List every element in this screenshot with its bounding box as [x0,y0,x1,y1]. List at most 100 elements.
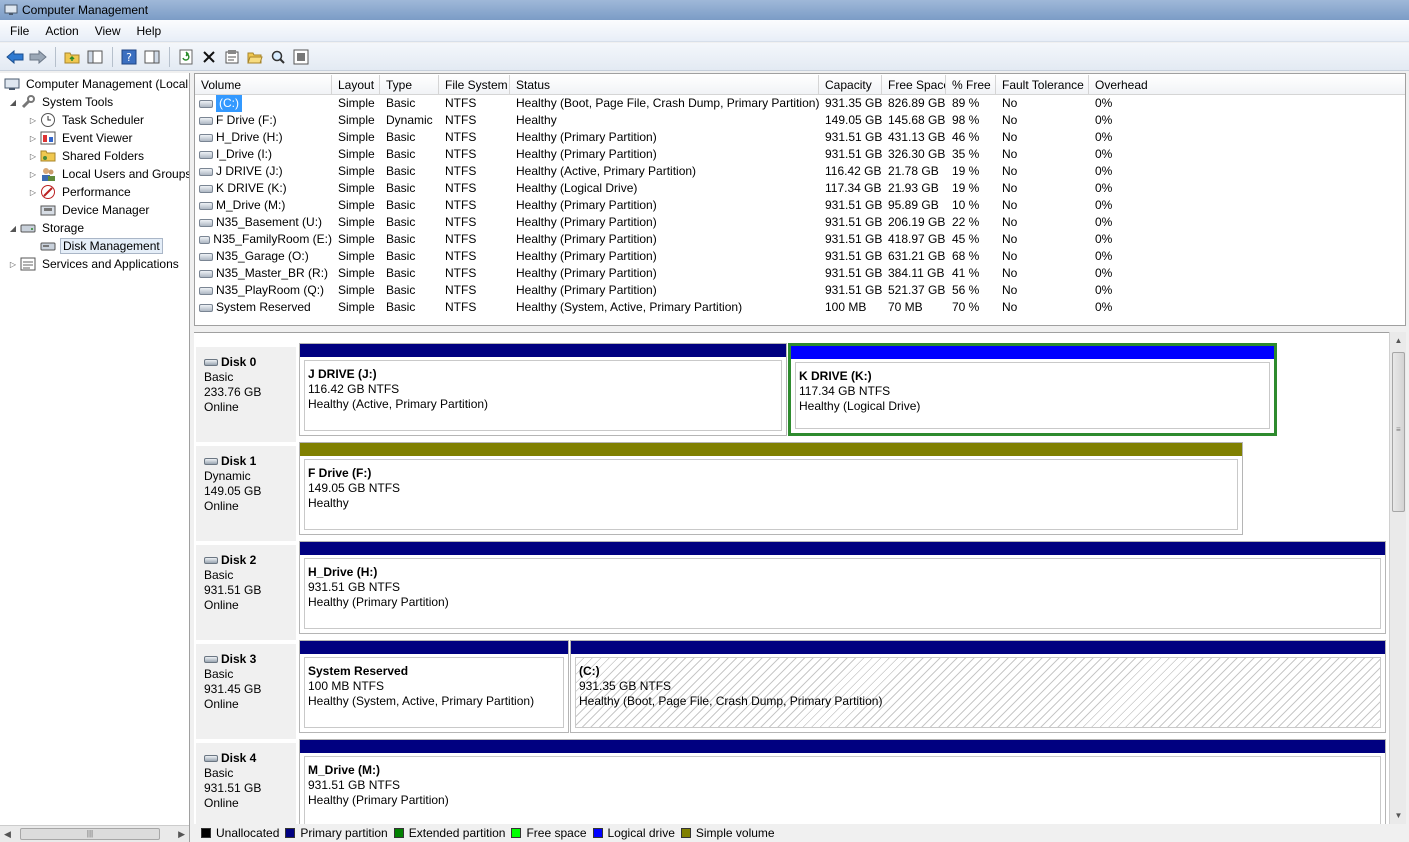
tree-item-system-tools[interactable]: ◢ System Tools [8,93,115,111]
table-row[interactable]: System Reserved Simple Basic NTFS Healthy (S… [195,299,1405,316]
column-header--free[interactable]: % Free [946,75,996,95]
disk-layout-pane[interactable]: Disk 0 Basic 233.76 GB Online J DRIVE (J:) 11… [194,332,1389,824]
table-row[interactable]: N35_Basement (U:) Simple Basic NTFS Healthy … [195,214,1405,231]
tree-label: Shared Folders [62,149,145,163]
back-arrow-icon[interactable] [4,46,26,68]
column-header-type[interactable]: Type [380,75,439,95]
collapse-arrow-icon[interactable]: ◢ [8,224,18,233]
table-cell: Basic [386,164,416,178]
forward-arrow-icon[interactable] [27,46,49,68]
partition-block[interactable]: System Reserved 100 MB NTFS Healthy (Syste… [299,640,569,733]
table-row[interactable]: I_Drive (I:) Simple Basic NTFS Healthy (Prim… [195,146,1405,163]
scroll-down-icon[interactable]: ▼ [1390,807,1407,824]
expand-arrow-icon[interactable]: ▷ [28,116,38,125]
tree-item-task-scheduler[interactable]: ▷ Task Scheduler [28,111,146,129]
scroll-left-icon[interactable]: ◀ [4,829,11,840]
disk-info[interactable]: Disk 1 Dynamic 149.05 GB Online [196,446,296,543]
table-cell: 0% [1095,130,1113,144]
table-row[interactable]: M_Drive (M:) Simple Basic NTFS Healthy (Prim… [195,197,1405,214]
column-header-fault-tolerance[interactable]: Fault Tolerance [996,75,1089,95]
open-folder-icon[interactable] [244,46,266,68]
table-row[interactable]: H_Drive (H:) Simple Basic NTFS Healthy (Prim… [195,129,1405,146]
table-cell: 418.97 GB [888,232,946,246]
table-cell: 826.89 GB [888,96,946,110]
up-folder-icon[interactable] [61,46,83,68]
column-header-file-system[interactable]: File System [439,75,510,95]
disk-status: Online [204,796,239,810]
partition-details: K DRIVE (K:) 117.34 GB NTFS Healthy (Logic… [795,362,1270,429]
collapse-arrow-icon[interactable]: ◢ [8,98,18,107]
table-cell: F Drive (F:) [195,112,332,129]
volume-name: N35_Basement (U:) [216,215,323,229]
expand-arrow-icon[interactable]: ▷ [28,170,38,179]
disk-pane-vertical-scrollbar[interactable]: ▲ ≡ ▼ [1389,332,1406,824]
help-topic-icon[interactable] [290,46,312,68]
tools-icon [21,95,35,109]
table-cell: N35_FamilyRoom (E:) [195,231,332,248]
properties-sheet-icon[interactable] [221,46,243,68]
table-row[interactable]: F Drive (F:) Simple Dynamic NTFS Healthy 149.… [195,112,1405,129]
performance-icon [41,185,55,199]
table-row[interactable]: N35_PlayRoom (Q:) Simple Basic NTFS Healthy … [195,282,1405,299]
table-row[interactable]: N35_FamilyRoom (E:) Simple Basic NTFS Health… [195,231,1405,248]
tree-item-services[interactable]: ▷ Services and Applications [8,255,181,273]
help-icon[interactable]: ? [118,46,140,68]
tree-item-device-manager[interactable]: Device Manager [40,201,151,219]
partition-block[interactable]: (C:) 931.35 GB NTFS Healthy (Boot, Page Fi… [570,640,1386,733]
disk-info[interactable]: Disk 4 Basic 931.51 GB Online [196,743,296,824]
column-header-capacity[interactable]: Capacity [819,75,882,95]
menu-help[interactable]: Help [129,20,170,42]
tree-horizontal-scrollbar[interactable]: ◀ ||| ▶ [0,825,189,842]
column-header-layout[interactable]: Layout [332,75,380,95]
title-bar[interactable]: Computer Management [0,0,1409,20]
table-row[interactable]: N35_Garage (O:) Simple Basic NTFS Healthy (P… [195,248,1405,265]
tree-item-local-users[interactable]: ▷ Local Users and Groups [28,165,189,183]
scrollbar-thumb[interactable]: ||| [20,828,160,840]
table-row[interactable]: J DRIVE (J:) Simple Basic NTFS Healthy (Acti… [195,163,1405,180]
tree-item-event-viewer[interactable]: ▷ Event Viewer [28,129,134,147]
partition-block[interactable]: F Drive (F:) 149.05 GB NTFS Healthy [299,442,1243,535]
table-cell: System Reserved [195,299,332,316]
legend-label: Unallocated [216,826,280,840]
search-icon[interactable] [267,46,289,68]
scroll-right-icon[interactable]: ▶ [178,829,185,840]
disk-info[interactable]: Disk 0 Basic 233.76 GB Online [196,347,296,444]
refresh-icon[interactable] [175,46,197,68]
expand-arrow-icon[interactable]: ▷ [28,152,38,161]
show-hide-tree-icon[interactable] [84,46,106,68]
legend-swatch [511,828,522,838]
partition-block[interactable]: M_Drive (M:) 931.51 GB NTFS Healthy (Prima… [299,739,1386,824]
expand-arrow-icon[interactable]: ▷ [28,188,38,197]
table-cell: 70 % [952,300,980,314]
scroll-up-icon[interactable]: ▲ [1390,332,1407,349]
column-header-volume[interactable]: Volume [195,75,332,95]
menu-view[interactable]: View [87,20,129,42]
properties-icon[interactable] [141,46,163,68]
column-header-overhead[interactable]: Overhead [1089,75,1405,95]
tree-item-storage[interactable]: ◢ Storage [8,219,86,237]
tree-item-performance[interactable]: ▷ Performance [28,183,133,201]
tree-item-computer-management[interactable]: Computer Management (Local [4,75,189,93]
table-row[interactable]: N35_Master_BR (R:) Simple Basic NTFS Healthy… [195,265,1405,282]
partition-block[interactable]: J DRIVE (J:) 116.42 GB NTFS Healthy (Activ… [299,343,787,436]
partition-block[interactable]: H_Drive (H:) 931.51 GB NTFS Healthy (Prima… [299,541,1386,634]
menu-file[interactable]: File [0,20,37,42]
expand-arrow-icon[interactable]: ▷ [28,134,38,143]
disk-icon [204,458,218,465]
tree-item-disk-management[interactable]: Disk Management [40,237,163,255]
navigation-tree[interactable]: Computer Management (Local ◢ System Tool… [0,73,190,842]
menu-action[interactable]: Action [37,20,86,42]
delete-icon[interactable] [198,46,220,68]
volume-list[interactable]: Volume Layout Type File System Status Capacit… [194,73,1406,326]
disk-info[interactable]: Disk 2 Basic 931.51 GB Online [196,545,296,642]
expand-arrow-icon[interactable]: ▷ [8,260,18,269]
table-row[interactable]: K DRIVE (K:) Simple Basic NTFS Healthy (Logi… [195,180,1405,197]
tree-item-shared-folders[interactable]: ▷ Shared Folders [28,147,146,165]
partition-block[interactable]: K DRIVE (K:) 117.34 GB NTFS Healthy (Logic… [788,343,1277,436]
column-header-status[interactable]: Status [510,75,819,95]
disk-info[interactable]: Disk 3 Basic 931.45 GB Online [196,644,296,741]
column-header-free-space[interactable]: Free Space [882,75,946,95]
scrollbar-thumb[interactable]: ≡ [1392,352,1405,512]
table-row[interactable]: (C:) Simple Basic NTFS Healthy (Boot, Page F… [195,95,1405,112]
partition-name: (C:) [579,664,600,678]
